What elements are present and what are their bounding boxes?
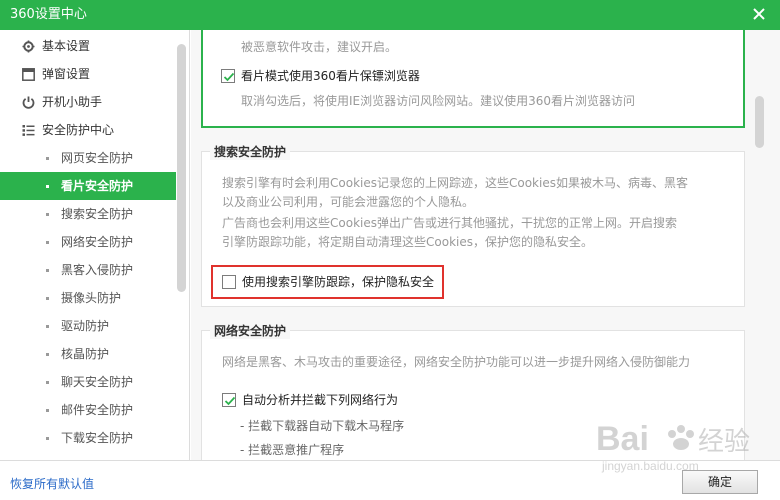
sidebar-item-hacker-protection[interactable]: 黑客入侵防护 <box>0 256 176 284</box>
sidebar-sub-label: 核晶防护 <box>61 347 110 361</box>
video-protection-panel: 被恶意软件攻击，建议开启。 看片模式使用360看片保镖浏览器 取消勾选后，将使用… <box>201 30 745 128</box>
network-intercept-checkbox[interactable] <box>222 393 236 407</box>
sidebar-item-label: 弹窗设置 <box>42 67 91 81</box>
sidebar-item-label: 安全防护中心 <box>42 123 115 137</box>
search-protection-section: 搜索引擎有时会利用Cookies记录您的上网踪迹，这些Cookies如果被木马、… <box>201 151 745 307</box>
bullet <box>46 241 49 244</box>
sidebar-sub-label: 黑客入侵防护 <box>61 263 134 277</box>
sidebar-item-video-protection[interactable]: 看片安全防护 <box>0 172 176 200</box>
search-desc-line-2: 以及商业公司利用，可能会泄露您的个人隐私。 <box>222 195 475 209</box>
bullet <box>46 297 49 300</box>
network-intercept-checkbox-row[interactable]: 自动分析并拦截下列网络行为 <box>222 392 522 410</box>
check-icon <box>223 72 235 82</box>
sidebar-item-search-protection[interactable]: 搜索安全防护 <box>0 200 176 228</box>
bullet <box>46 381 49 384</box>
search-desc-line-3: 广告商也会利用这些Cookies弹出广告或进行其他骚扰，干扰您的正常上网。开启搜… <box>222 216 677 230</box>
sidebar-item-security-center[interactable]: 安全防护中心 <box>0 116 176 144</box>
checkbox-label: 看片模式使用360看片保镖浏览器 <box>241 69 420 83</box>
title-bar: 360设置中心 <box>0 0 780 30</box>
window-icon <box>22 68 35 81</box>
sidebar-sub-label: 网页安全防护 <box>61 151 134 165</box>
bullet <box>46 269 49 272</box>
sidebar-item-mail-protection[interactable]: 邮件安全防护 <box>0 396 176 424</box>
sidebar-sub-label: 聊天安全防护 <box>61 375 134 389</box>
search-desc-line-4: 引擎防跟踪功能，将定期自动清理这些Cookies，保护您的隐私安全。 <box>222 235 593 249</box>
network-sub-item-2: - 拦截恶意推广程序 <box>240 443 345 457</box>
footer-bar: 恢复所有默认值 确定 <box>0 460 780 500</box>
bullet <box>46 325 49 328</box>
sidebar-item-download-protection[interactable]: 下载安全防护 <box>0 424 176 452</box>
sidebar-item-chat-protection[interactable]: 聊天安全防护 <box>0 368 176 396</box>
video-browser-checkbox-row[interactable]: 看片模式使用360看片保镖浏览器 <box>221 68 621 86</box>
sidebar-sub-label: 网络安全防护 <box>61 235 134 249</box>
sidebar-sub-label: 搜索安全防护 <box>61 207 134 221</box>
checkbox-label: 自动分析并拦截下列网络行为 <box>242 393 399 407</box>
search-anti-tracking-checkbox-row[interactable]: 使用搜索引擎防跟踪，保护隐私安全 <box>222 274 442 292</box>
sidebar-item-label: 基本设置 <box>42 39 91 53</box>
sidebar-item-web-protection[interactable]: 网页安全防护 <box>0 144 176 172</box>
checkbox-label: 使用搜索引擎防跟踪，保护隐私安全 <box>242 275 435 289</box>
sidebar-sub-label: 邮件安全防护 <box>61 403 134 417</box>
sidebar-item-popup-settings[interactable]: 弹窗设置 <box>0 60 176 88</box>
sidebar-item-basic-settings[interactable]: 基本设置 <box>0 32 176 60</box>
restore-defaults-link[interactable]: 恢复所有默认值 <box>10 475 94 492</box>
settings-content: 被恶意软件攻击，建议开启。 看片模式使用360看片保镖浏览器 取消勾选后，将使用… <box>191 30 780 460</box>
video-browser-checkbox[interactable] <box>221 69 235 83</box>
network-sub-item-1: - 拦截下载器自动下载木马程序 <box>240 419 405 433</box>
sidebar-item-driver-protection[interactable]: 驱动防护 <box>0 312 176 340</box>
sidebar-sub-label: 下载安全防护 <box>61 431 134 445</box>
check-icon <box>224 396 236 406</box>
network-description: 网络是黑客、木马攻击的重要途径，网络安全防护功能可以进一步提升网络入侵防御能力 <box>222 355 691 369</box>
content-scrollbar[interactable] <box>755 96 764 148</box>
checkbox-description: 取消勾选后，将使用IE浏览器访问风险网站。建议使用360看片浏览器访问 <box>241 94 636 108</box>
sidebar-sub-label: 看片安全防护 <box>61 179 134 193</box>
list-icon <box>22 125 35 136</box>
search-section-title: 搜索安全防护 <box>210 143 291 160</box>
sidebar-item-core-protection[interactable]: 核晶防护 <box>0 340 176 368</box>
power-icon <box>22 96 35 109</box>
top-description: 被恶意软件攻击，建议开启。 <box>241 40 398 54</box>
sidebar: 基本设置 弹窗设置 开机小助手 安全防护中心 网页安全防护 看片安全防护 搜索安… <box>0 30 190 460</box>
search-anti-tracking-checkbox[interactable] <box>222 275 236 289</box>
bullet <box>46 437 49 440</box>
close-icon[interactable] <box>750 5 768 23</box>
bullet <box>46 213 49 216</box>
sidebar-sub-label: 驱动防护 <box>61 319 110 333</box>
sidebar-item-label: 开机小助手 <box>42 95 103 109</box>
network-section-title: 网络安全防护 <box>210 322 291 339</box>
bullet <box>46 185 49 188</box>
sidebar-item-camera-protection[interactable]: 摄像头防护 <box>0 284 176 312</box>
bullet <box>46 353 49 356</box>
gear-icon <box>22 40 35 53</box>
sidebar-sub-label: 摄像头防护 <box>61 291 122 305</box>
bullet <box>46 157 49 160</box>
search-desc-line-1: 搜索引擎有时会利用Cookies记录您的上网踪迹，这些Cookies如果被木马、… <box>222 176 688 190</box>
sidebar-scrollbar[interactable] <box>177 44 186 292</box>
ok-button[interactable]: 确定 <box>682 470 758 494</box>
network-protection-section: 网络是黑客、木马攻击的重要途径，网络安全防护功能可以进一步提升网络入侵防御能力 … <box>201 330 745 460</box>
sidebar-item-boot-assistant[interactable]: 开机小助手 <box>0 88 176 116</box>
window-title: 360设置中心 <box>10 7 87 22</box>
sidebar-item-network-protection[interactable]: 网络安全防护 <box>0 228 176 256</box>
bullet <box>46 409 49 412</box>
